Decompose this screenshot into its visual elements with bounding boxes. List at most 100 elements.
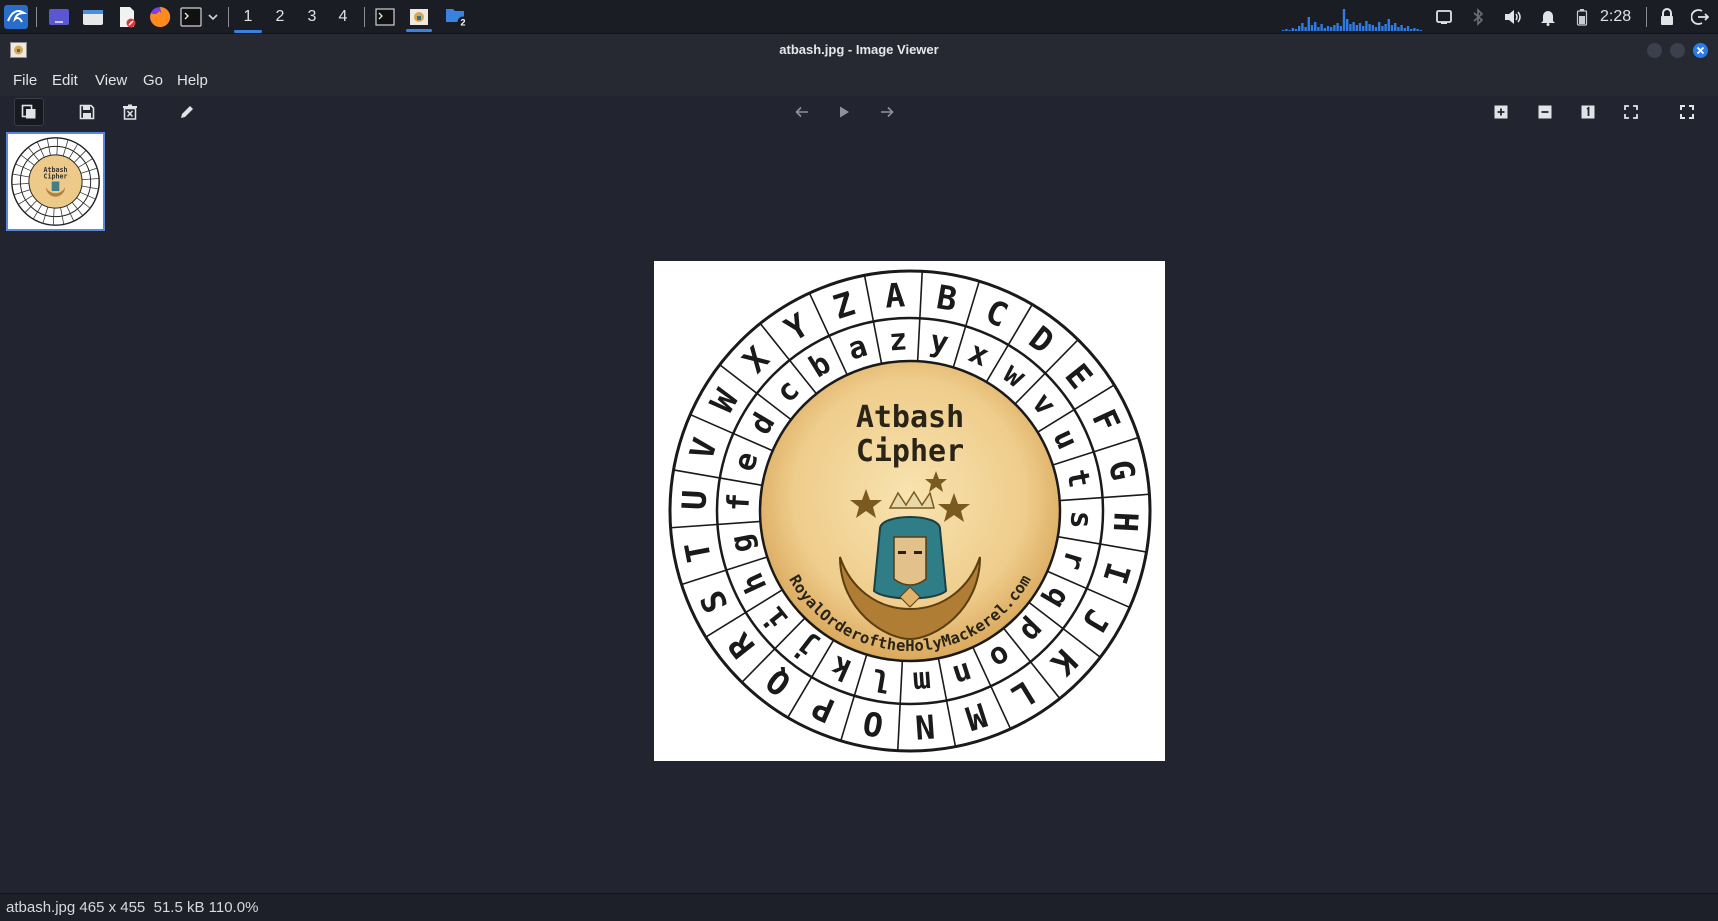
cpu-graph-bar — [1339, 25, 1342, 31]
cpu-graph-bar — [1330, 26, 1333, 31]
desktop-icon[interactable] — [46, 4, 72, 29]
cpu-graph-bar — [1397, 26, 1400, 31]
delete-button[interactable] — [115, 98, 145, 126]
cpu-graph-bar — [1378, 21, 1381, 31]
text-editor-icon[interactable] — [114, 4, 140, 29]
menu-file[interactable]: File — [13, 66, 37, 96]
cpu-graph-bar — [1381, 25, 1384, 31]
play-icon — [840, 106, 849, 118]
outer-ring-letter: H — [1106, 511, 1146, 533]
outer-ring-letter: A — [884, 275, 907, 315]
cpu-graph-bar — [1301, 22, 1304, 31]
cpu-graph-bar — [1288, 29, 1291, 31]
back-button[interactable] — [787, 98, 817, 126]
cpu-graph-bar — [1410, 28, 1413, 31]
thumbnail-atbash[interactable]: Atbash Cipher — [6, 132, 105, 231]
save-button[interactable] — [72, 98, 102, 126]
delete-icon — [123, 104, 137, 120]
cpu-graph-bar — [1419, 29, 1422, 31]
zoom-in-button[interactable] — [1486, 98, 1516, 126]
play-button[interactable] — [829, 98, 859, 126]
folder-icon[interactable]: 2 — [443, 4, 471, 29]
cpu-graph-bar — [1394, 22, 1397, 31]
menu-view[interactable]: View — [95, 66, 127, 96]
zoom-fit-button[interactable] — [1616, 98, 1646, 126]
inner-ring-letter: s — [1063, 510, 1099, 530]
inner-ring-letter: z — [888, 322, 908, 358]
main-image[interactable]: ABCDEFGHIJKLMNOPQRSTUVWXYZ zyxwvutsrqpon… — [654, 261, 1165, 761]
cpu-graph-bar — [1371, 24, 1374, 31]
cpu-graph-bar — [1310, 24, 1314, 31]
fullscreen-icon — [1680, 105, 1694, 119]
workspace-label: 2 — [275, 7, 285, 25]
inner-ring-letter: m — [912, 663, 932, 699]
menu-edit[interactable]: Edit — [52, 66, 78, 96]
cpu-graph-bar — [1400, 24, 1403, 31]
top-panel: 1 2 3 4 2 2:28 — [0, 0, 1718, 34]
zoom-out-button[interactable] — [1530, 98, 1560, 126]
firefox-icon[interactable] — [147, 4, 173, 29]
workspace-4[interactable]: 4 — [327, 0, 359, 33]
atbash-cipher-wheel: A B CDEFGHIJKLMNOPQRSTUVWXYZ z y xwvutsrqpon… — [654, 261, 1165, 761]
workspace-label: 4 — [338, 7, 348, 25]
cpu-graph-bar — [1374, 26, 1378, 31]
folder-badge: 2 — [460, 17, 465, 27]
cpu-graph-bar — [1304, 26, 1307, 31]
forward-button[interactable] — [872, 98, 902, 126]
cpu-graph-bar — [1365, 20, 1368, 31]
menu-go[interactable]: Go — [143, 66, 163, 96]
lock-icon[interactable] — [1656, 4, 1678, 29]
cpu-graph-bar — [1362, 25, 1365, 31]
terminal-icon[interactable] — [179, 4, 203, 29]
maximize-button[interactable] — [1670, 43, 1685, 58]
cpu-graph-bar — [1291, 27, 1294, 31]
zoom-100-button[interactable] — [1573, 98, 1603, 126]
close-button[interactable] — [1693, 43, 1708, 58]
screen-icon[interactable] — [1432, 4, 1456, 29]
close-icon — [1696, 46, 1705, 55]
workspace-2[interactable]: 2 — [264, 0, 296, 33]
file-manager-icon[interactable] — [80, 4, 106, 29]
cpu-graph-bar — [1317, 26, 1320, 31]
workspace-1[interactable]: 1 — [232, 0, 264, 33]
cpu-graph-bar — [1349, 23, 1352, 31]
cpu-graph-bar — [1387, 18, 1390, 31]
cpu-graph-bar — [1384, 23, 1387, 31]
bell-icon[interactable] — [1537, 4, 1559, 29]
cpu-graph-bar — [1368, 23, 1371, 31]
workspace-label: 3 — [307, 7, 317, 25]
cpu-graph-bar — [1282, 29, 1285, 31]
cipher-title-line1: Atbash — [856, 400, 964, 435]
cpu-graph-bar — [1294, 28, 1298, 31]
cpu-graph-icon — [1278, 4, 1426, 31]
cpu-graph-bar — [1342, 8, 1346, 31]
svg-text:Cipher: Cipher — [44, 173, 68, 181]
outer-ring-letter: U — [674, 489, 714, 511]
cpu-graph-bar — [1406, 25, 1410, 31]
image-viewer-task-icon[interactable] — [403, 4, 435, 32]
toolbar — [0, 96, 1718, 128]
logout-icon[interactable] — [1688, 4, 1712, 29]
kali-menu-icon[interactable] — [2, 4, 30, 29]
fullscreen-button[interactable] — [1672, 98, 1702, 126]
cipher-title-line2: Cipher — [856, 434, 964, 469]
cpu-graph-bar — [1285, 28, 1288, 31]
chevron-down-icon[interactable] — [205, 4, 221, 29]
cpu-graph-bar — [1390, 24, 1394, 31]
back-icon — [795, 106, 808, 118]
clock[interactable]: 2:28 — [1600, 0, 1631, 33]
thumbnail-bar-button[interactable] — [14, 98, 44, 126]
volume-icon[interactable] — [1501, 4, 1525, 29]
bluetooth-icon[interactable] — [1467, 4, 1489, 29]
workspace-label: 1 — [243, 7, 253, 25]
window-titlebar[interactable]: atbash.jpg - Image Viewer — [0, 34, 1718, 66]
minimize-button[interactable] — [1647, 43, 1662, 58]
cpu-graph-bar — [1346, 18, 1349, 31]
edit-button[interactable] — [172, 98, 202, 126]
zoom-in-icon — [1494, 105, 1508, 119]
menu-help[interactable]: Help — [177, 66, 208, 96]
cpu-graph-bar — [1326, 25, 1330, 31]
cpu-graph-bar — [1320, 23, 1323, 31]
terminal-window-icon[interactable] — [372, 4, 398, 29]
workspace-3[interactable]: 3 — [296, 0, 328, 33]
